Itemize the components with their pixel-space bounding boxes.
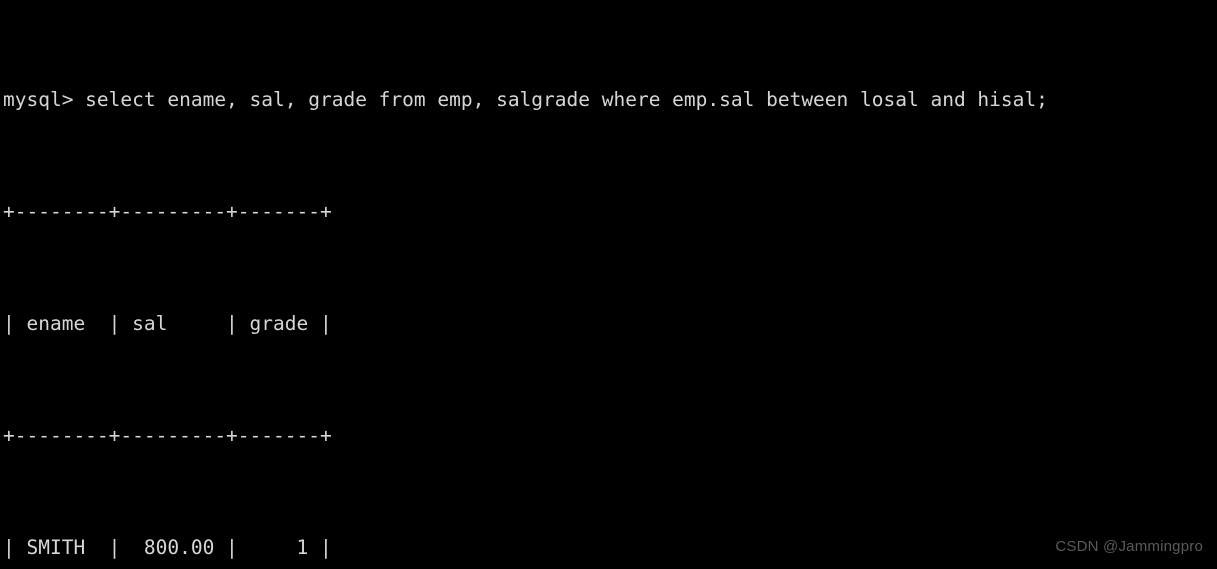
table-row: | SMITH | 800.00 | 1 | [3, 536, 332, 559]
watermark-label: CSDN @Jammingpro [1055, 538, 1203, 555]
terminal-output: mysql> select ename, sal, grade from emp… [3, 2, 1048, 569]
table-top-border: +--------+---------+-------+ [3, 200, 332, 223]
table-header-border: +--------+---------+-------+ [3, 424, 332, 447]
table-header-row: | ename | sal | grade | [3, 312, 332, 335]
command-line: mysql> select ename, sal, grade from emp… [3, 88, 1048, 111]
terminal-window[interactable]: mysql> select ename, sal, grade from emp… [0, 0, 1217, 569]
